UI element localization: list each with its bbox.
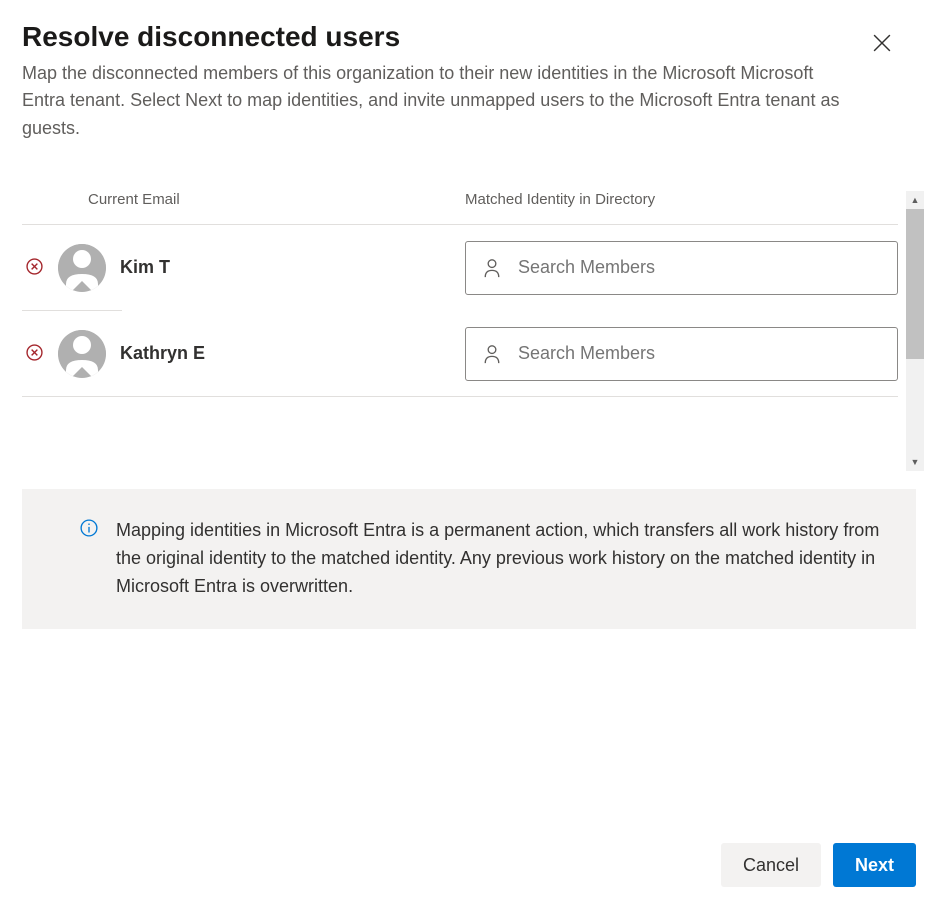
info-icon	[80, 519, 98, 537]
search-members-input[interactable]	[465, 241, 898, 295]
close-icon	[873, 34, 891, 55]
panel-title: Resolve disconnected users	[22, 20, 912, 54]
cancel-button[interactable]: Cancel	[721, 843, 821, 887]
person-icon	[58, 244, 106, 292]
user-avatar	[58, 330, 106, 378]
user-name-label: Kim T	[120, 257, 465, 278]
users-table: Current Email Matched Identity in Direct…	[22, 191, 898, 397]
next-button[interactable]: Next	[833, 843, 916, 887]
column-header-matched: Matched Identity in Directory	[465, 191, 898, 208]
remove-user-button[interactable]	[22, 256, 46, 280]
column-header-email: Current Email	[22, 191, 465, 208]
search-member-wrap	[465, 327, 898, 381]
vertical-scrollbar[interactable]: ▲ ▼	[906, 191, 924, 471]
panel-header: Resolve disconnected users Map the disco…	[0, 0, 936, 161]
info-message-box: Mapping identities in Microsoft Entra is…	[22, 489, 916, 629]
scroll-up-arrow-icon: ▲	[906, 191, 924, 209]
resolve-users-panel: Resolve disconnected users Map the disco…	[0, 0, 936, 901]
search-member-wrap	[465, 241, 898, 295]
user-row: Kathryn E	[22, 311, 898, 396]
users-table-wrap: Current Email Matched Identity in Direct…	[0, 191, 936, 397]
panel-footer: Cancel Next	[721, 843, 916, 887]
row-divider	[22, 396, 898, 397]
user-row: Kim T	[22, 225, 898, 310]
remove-user-button[interactable]	[22, 342, 46, 366]
close-button[interactable]	[866, 28, 898, 60]
remove-icon	[26, 344, 43, 364]
panel-description: Map the disconnected members of this org…	[22, 60, 852, 144]
person-icon	[58, 330, 106, 378]
search-members-input[interactable]	[465, 327, 898, 381]
remove-icon	[26, 258, 43, 278]
scroll-down-arrow-icon: ▼	[906, 453, 924, 471]
scrollbar-thumb[interactable]	[906, 209, 924, 359]
table-header-row: Current Email Matched Identity in Direct…	[22, 191, 898, 225]
user-avatar	[58, 244, 106, 292]
user-name-label: Kathryn E	[120, 343, 465, 364]
info-message-text: Mapping identities in Microsoft Entra is…	[116, 517, 886, 601]
